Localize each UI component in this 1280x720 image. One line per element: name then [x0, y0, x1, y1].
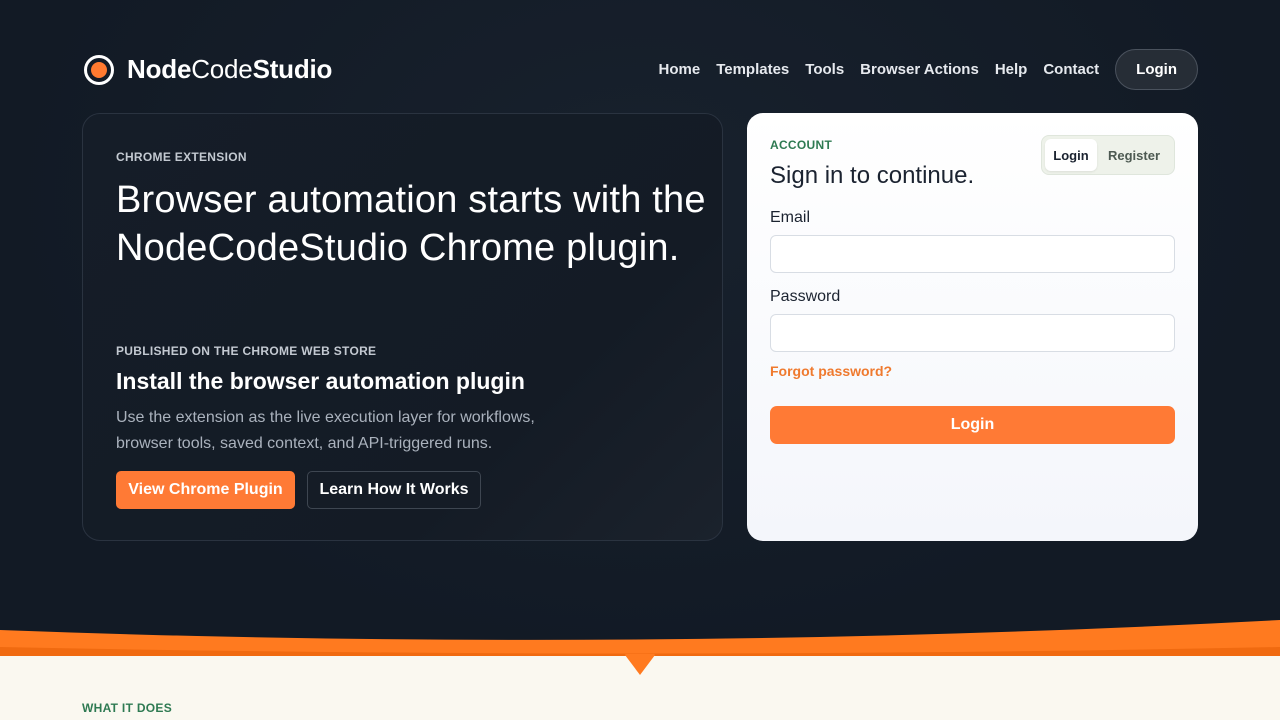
toggle-register-tab[interactable]: Register: [1097, 148, 1171, 163]
section-eyebrow: WHAT IT DOES: [82, 701, 173, 715]
email-label: Email: [770, 209, 811, 226]
hero-card: CHROME EXTENSION Browser automation star…: [82, 113, 723, 541]
brand-name: NodeCodeStudio: [127, 54, 333, 84]
email-field[interactable]: [770, 235, 1175, 273]
hero-eyebrow: CHROME EXTENSION: [116, 150, 247, 164]
hero-title: Browser automation starts with the NodeC…: [116, 179, 706, 269]
nav-browser-actions[interactable]: Browser Actions: [860, 61, 979, 78]
nav-templates[interactable]: Templates: [716, 61, 789, 78]
account-title: Sign in to continue.: [770, 162, 975, 189]
learn-how-it-works-button[interactable]: Learn How It Works: [307, 471, 481, 509]
hero-description: Use the extension as the live execution …: [116, 409, 535, 452]
nav-home[interactable]: Home: [659, 61, 701, 78]
password-label: Password: [770, 288, 841, 305]
nav-help[interactable]: Help: [995, 61, 1028, 78]
nav-tools[interactable]: Tools: [805, 61, 844, 78]
toggle-login-tab[interactable]: Login: [1045, 139, 1097, 171]
password-field[interactable]: [770, 314, 1175, 352]
hero-eyebrow-secondary: PUBLISHED ON THE CHROME WEB STORE: [116, 344, 377, 358]
site-header: NodeCodeStudio Home Templates Tools Brow…: [84, 48, 1198, 90]
forgot-password-link[interactable]: Forgot password?: [770, 363, 892, 379]
account-card: ACCOUNT Sign in to continue. Login Regis…: [747, 113, 1198, 541]
account-eyebrow: ACCOUNT: [770, 138, 833, 152]
auth-mode-toggle: Login Register: [1041, 135, 1175, 175]
nav-login-button[interactable]: Login: [1115, 48, 1198, 90]
main-nav: Home Templates Tools Browser Actions Hel…: [643, 48, 1198, 90]
login-submit-button[interactable]: Login: [770, 406, 1175, 444]
view-chrome-plugin-button[interactable]: View Chrome Plugin: [116, 471, 295, 509]
divider-notch: [625, 655, 655, 675]
logo-ring-icon: [84, 54, 114, 85]
brand-logo[interactable]: NodeCodeStudio: [84, 54, 332, 85]
nav-contact[interactable]: Contact: [1043, 61, 1099, 78]
hero-subtitle: Install the browser automation plugin: [116, 368, 525, 394]
